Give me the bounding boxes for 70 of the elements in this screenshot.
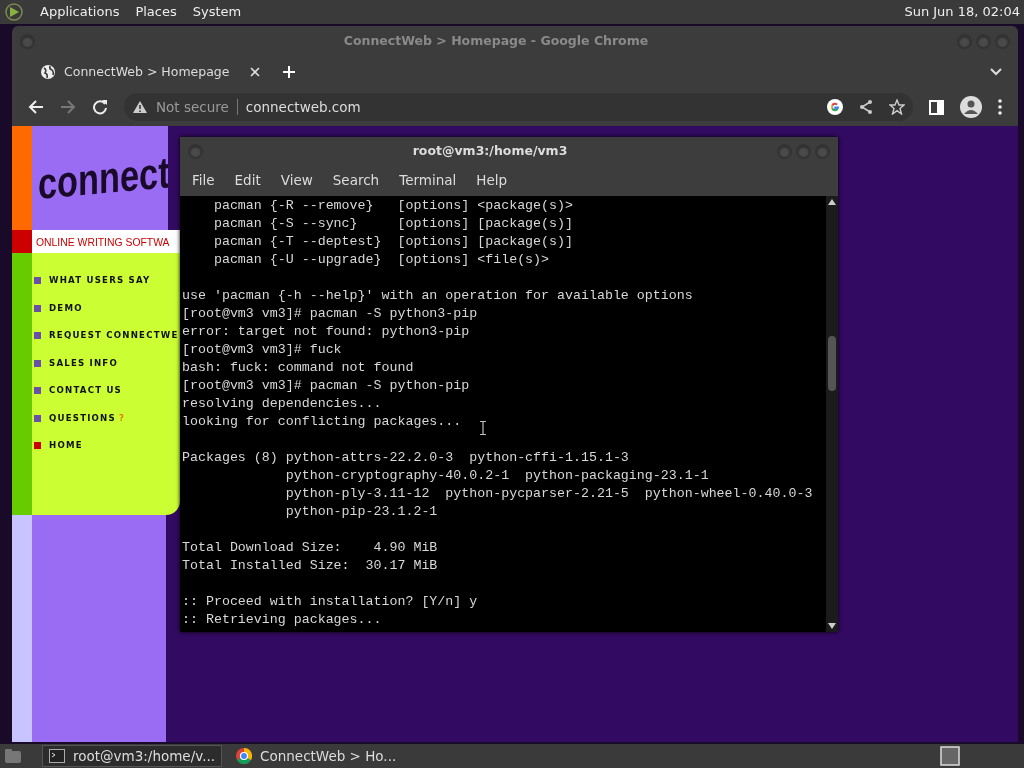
window-title: ConnectWeb > Homepage - Google Chrome — [342, 31, 650, 50]
terminal-icon — [49, 749, 65, 763]
close-icon[interactable] — [250, 67, 260, 77]
terminal-line: Packages (8) python-attrs-22.2.0-3 python-cffi-1.15.1-3 — [182, 449, 629, 467]
tab-title: ConnectWeb > Homepage — [64, 62, 231, 81]
terminal-line: bash: fuck: command not found — [182, 359, 414, 377]
terminal-line: [root@vm3 vm3]# pacman -S python-pip — [182, 377, 470, 395]
terminal-line: pacman {-U --upgrade} [options] <file(s)> — [212, 251, 550, 269]
terminal-line: python-ply-3.11-12 python-pycparser-2.21-5 python-wheel-0.40.0-3 — [284, 485, 813, 503]
terminal-line: python-pip-23.1.2-1 — [284, 503, 438, 521]
menu-item[interactable]: File — [184, 170, 223, 191]
chevron-down-icon[interactable] — [990, 68, 1002, 76]
avatar-icon[interactable] — [960, 96, 982, 118]
browser-icon — [236, 748, 253, 764]
site-nav-link[interactable]: CONTACT US — [49, 384, 122, 398]
terminal-line: pacman {-R --remove} [options] <package(s)> — [212, 197, 573, 215]
window-title: root@vm3:/home/vm3 — [411, 141, 569, 160]
clock[interactable]: Sun Jun 18, 02:04 — [904, 2, 1020, 22]
terminal-line: [root@vm3 vm3]# pacman -S python3-pip — [182, 305, 478, 323]
site-tagline: ONLINE WRITING SOFTWA — [32, 230, 180, 253]
menu-item[interactable]: Search — [324, 170, 388, 191]
new-tab-icon[interactable] — [282, 65, 296, 79]
menu-item[interactable]: Edit — [226, 170, 269, 191]
google-icon[interactable] — [827, 99, 843, 115]
menu-item[interactable]: Terminal — [391, 170, 465, 191]
terminal-line: Total Download Size: 4.90 MiB — [182, 539, 438, 557]
reload-icon[interactable] — [92, 99, 108, 115]
security-label[interactable]: Not secure — [156, 96, 229, 118]
menu-item[interactable]: View — [272, 170, 321, 191]
terminal-line: python-cryptography-40.0.2-1 python-packaging-23.1-1 — [284, 467, 709, 485]
terminal-line: looking for conflicting packages... — [182, 413, 462, 431]
share-icon[interactable] — [859, 99, 873, 115]
panel-menu[interactable]: Applications — [40, 2, 120, 22]
site-nav-link[interactable]: HOME — [49, 439, 83, 453]
url-text[interactable]: connectweb.com — [245, 96, 819, 118]
site-nav-link[interactable]: REQUEST CONNECTWE — [49, 329, 179, 343]
site-logo: connect — [38, 150, 168, 206]
terminal-line: pacman {-S --sync} [options] [package(s)] — [212, 215, 573, 233]
menu-item[interactable]: Help — [468, 170, 516, 191]
panel-menu[interactable]: Places — [135, 2, 177, 22]
logo-banner[interactable]: connect — [32, 126, 168, 230]
terminal-line: use 'pacman {-h --help}' with an operation for available options — [182, 287, 693, 305]
back-arrow-icon[interactable] — [28, 99, 44, 115]
workspace-switcher-icon[interactable] — [940, 746, 960, 766]
kebab-menu-icon[interactable] — [998, 99, 1002, 115]
terminal-line: pacman {-T --deptest} [options] [package(s)] — [212, 233, 573, 251]
star-icon[interactable] — [889, 99, 905, 115]
site-nav-link[interactable]: QUESTIONS ? — [49, 411, 126, 425]
site-nav-link[interactable]: WHAT USERS SAY — [49, 274, 151, 288]
scrollbar[interactable] — [826, 196, 838, 632]
terminal-line: [root@vm3 vm3]# fuck — [182, 341, 342, 359]
terminal-line: Total Installed Size: 30.17 MiB — [182, 557, 438, 575]
terminal-line: :: Retrieving packages... — [182, 611, 382, 629]
terminal-line: resolving dependencies... — [182, 395, 382, 413]
terminal-line: error: target not found: python3-pip — [182, 323, 470, 341]
side-panel-icon[interactable] — [929, 99, 944, 115]
warning-icon — [132, 100, 148, 114]
show-desktop-icon[interactable] — [4, 748, 22, 764]
distro-logo-icon[interactable] — [4, 2, 24, 22]
site-nav-link[interactable]: DEMO — [49, 301, 83, 315]
scroll-thumb[interactable] — [828, 336, 836, 391]
taskbar-button[interactable]: root@vm3:/home/v... — [42, 745, 223, 767]
terminal-line: :: Proceed with installation? [Y/n] y — [182, 593, 478, 611]
text-cursor-icon — [480, 421, 486, 435]
scroll-down-icon[interactable] — [828, 623, 836, 629]
taskbar-button[interactable]: ConnectWeb > Ho... — [230, 745, 403, 767]
globe-icon — [40, 64, 56, 80]
site-nav-link[interactable]: SALES INFO — [49, 356, 118, 370]
scroll-up-icon[interactable] — [828, 199, 836, 205]
panel-menu[interactable]: System — [192, 2, 242, 22]
